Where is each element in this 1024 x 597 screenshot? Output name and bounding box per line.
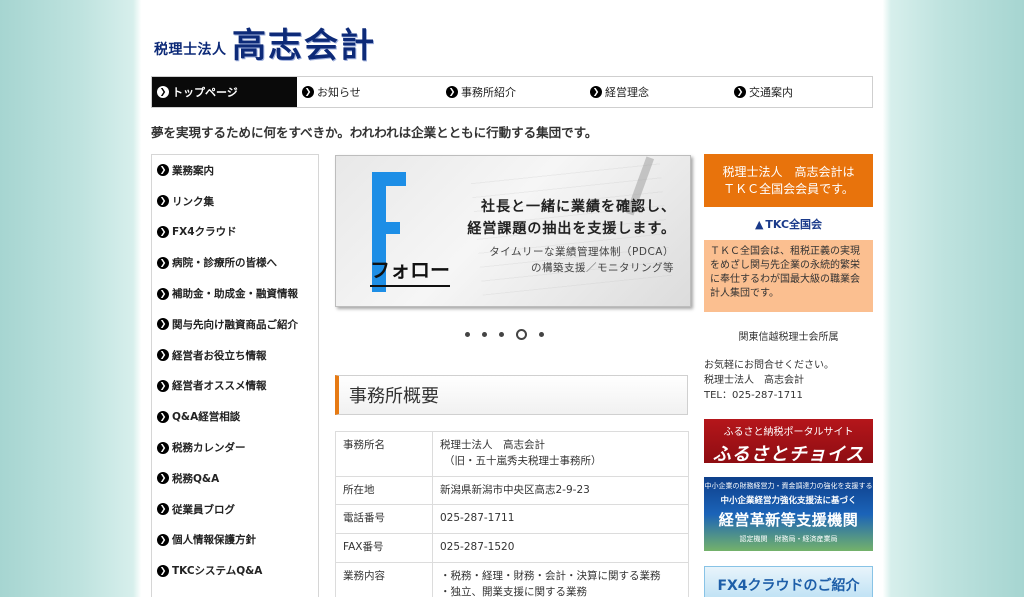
chevron-right-icon: ❯ <box>157 564 169 577</box>
chevron-right-icon: ❯ <box>157 533 169 546</box>
chevron-right-icon: ❯ <box>157 225 169 238</box>
row-value: 025-287-1711 <box>432 504 689 534</box>
tkc-logo-icon: ▲ <box>754 218 764 231</box>
row-key: 電話番号 <box>335 504 433 534</box>
nav-item-office[interactable]: ❯ 事務所紹介 <box>441 77 585 107</box>
chevron-right-icon: ❯ <box>302 86 314 98</box>
tagline: 夢を実現するために何をすべきか。われわれは企業とともに行動する集団です。 <box>151 125 598 140</box>
slide-headline-2: 経営課題の抽出を支援します。 <box>467 221 676 237</box>
association-text: 関東信越税理士会所属 <box>738 332 839 343</box>
chevron-right-icon: ❯ <box>157 441 169 454</box>
sidebar-item-links[interactable]: ❯ リンク集 <box>152 186 318 217</box>
row-value: ・税務・経理・財務・会計・決算に関する業務 ・独立、開業支援に関する業務 <box>432 561 689 597</box>
row-key: FAX番号 <box>335 533 433 563</box>
chevron-right-icon: ❯ <box>446 86 458 98</box>
row-value: 025-287-1520 <box>432 533 689 563</box>
row-value: 税理士法人 高志会計 （旧・五十嵐秀夫税理士事務所） <box>432 431 689 477</box>
tkc-logo[interactable]: ▲ TKC全国会 <box>704 216 873 236</box>
logo-name: 高志会計 <box>232 26 376 66</box>
hero-slider[interactable]: フォロー 社長と一緒に業績を確認し、 経営課題の抽出を支援します。 タイムリーな… <box>335 155 691 307</box>
nav-item-top[interactable]: ❯ トップページ <box>152 77 297 107</box>
row-key: 事務所名 <box>335 431 433 477</box>
overview-table: 事務所名 税理士法人 高志会計 （旧・五十嵐秀夫税理士事務所） 所在地 新潟県新潟… <box>335 431 689 597</box>
global-nav: ❯ トップページ ❯ お知らせ ❯ 事務所紹介 ❯ 経営理念 ❯ 交通案内 <box>151 76 873 108</box>
slider-dot-4[interactable] <box>516 329 527 340</box>
chevron-right-icon: ❯ <box>157 379 169 392</box>
row-key: 所在地 <box>335 475 433 506</box>
slide-subtext-2: の構築支援／モニタリング等 <box>531 262 674 274</box>
table-row: 事務所名 税理士法人 高志会計 （旧・五十嵐秀夫税理士事務所） <box>335 431 689 477</box>
sidebar-item-privacy[interactable]: ❯ 個人情報保護方針 <box>152 525 318 556</box>
page-container: 税理士法人 高志会計 ❯ トップページ ❯ お知らせ ❯ 事務所紹介 ❯ 経営理… <box>141 0 883 597</box>
furusato-banner[interactable]: ふるさと納税ポータルサイト ふるさとチョイス <box>704 419 873 463</box>
sidebar-item-subsidies[interactable]: ❯ 補助金・助成金・融資情報 <box>152 278 318 309</box>
nav-item-philosophy[interactable]: ❯ 経営理念 <box>585 77 729 107</box>
chevron-right-icon: ❯ <box>157 472 169 485</box>
sidebar-item-qa-consult[interactable]: ❯ Q&A経営相談 <box>152 401 318 432</box>
slider-dot-1[interactable] <box>465 332 470 337</box>
sidebar-item-loans[interactable]: ❯ 関与先向け融資商品ご紹介 <box>152 309 318 340</box>
chevron-right-icon: ❯ <box>157 86 169 98</box>
contact-info: お気軽にお問合せください。 税理士法人 高志会計 TEL：025-287-171… <box>704 360 834 401</box>
slider-dot-5[interactable] <box>539 332 544 337</box>
row-key: 業務内容 <box>335 561 433 597</box>
sidebar-item-tkc-qa[interactable]: ❯ TKCシステムQ&A <box>152 555 318 586</box>
slide-subtext-1: タイムリーな業績管理体制（PDCA） <box>489 246 674 258</box>
nav-item-news[interactable]: ❯ お知らせ <box>297 77 441 107</box>
sidebar-item-useful-info[interactable]: ❯ 経営者お役立ち情報 <box>152 340 318 371</box>
sidebar-item-staff-blog[interactable]: ❯ 従業員ブログ <box>152 494 318 525</box>
sidebar-item-clinics[interactable]: ❯ 病院・診療所の皆様へ <box>152 247 318 278</box>
nav-item-access[interactable]: ❯ 交通案内 <box>729 77 870 107</box>
sidebar-item-tax-qa[interactable]: ❯ 税務Q&A <box>152 463 318 494</box>
logo-prefix: 税理士法人 <box>154 42 227 58</box>
chevron-right-icon: ❯ <box>157 287 169 300</box>
table-row: FAX番号 025-287-1520 <box>335 533 689 563</box>
row-value: 新潟県新潟市中央区高志2-9-23 <box>432 475 689 506</box>
chevron-right-icon: ❯ <box>157 503 169 516</box>
slide-headline-1: 社長と一緒に業績を確認し、 <box>481 199 676 215</box>
tkc-member-box: 税理士法人 高志会計は ＴＫＣ全国会会員です。 <box>704 154 873 207</box>
overview-heading: 事務所概要 <box>335 375 688 415</box>
chevron-right-icon: ❯ <box>157 349 169 362</box>
slider-dot-2[interactable] <box>482 332 487 337</box>
chevron-right-icon: ❯ <box>590 86 602 98</box>
sidebar-item-recommended[interactable]: ❯ 経営者オススメ情報 <box>152 371 318 402</box>
chevron-right-icon: ❯ <box>157 195 169 208</box>
fx4-cloud-banner[interactable]: FX4クラウドのご紹介 <box>704 566 873 597</box>
keiei-kakushin-banner[interactable]: 中小企業の財務経営力・資金調達力の強化を支援する 中小企業経営力強化支援法に基づ… <box>704 477 873 551</box>
table-row: 所在地 新潟県新潟市中央区高志2-9-23 <box>335 475 689 506</box>
tkc-description: ＴＫＣ全国会は、租税正義の実現をめざし関与先企業の永続的繁栄に奉仕するわが国最大… <box>704 240 873 312</box>
chevron-right-icon: ❯ <box>157 410 169 423</box>
slide-word: フォロー <box>370 254 450 287</box>
sidebar-item-tax-calendar[interactable]: ❯ 税務カレンダー <box>152 432 318 463</box>
table-row: 電話番号 025-287-1711 <box>335 504 689 534</box>
chevron-right-icon: ❯ <box>157 256 169 269</box>
sidebar-item-services[interactable]: ❯ 業務案内 <box>152 155 318 186</box>
slider-dot-3[interactable] <box>499 332 504 337</box>
sidebar-menu: ❯ 業務案内 ❯ リンク集 ❯ FX4クラウド ❯ 病院・診療所の皆様へ ❯ 補助金・助成… <box>151 154 319 597</box>
chevron-right-icon: ❯ <box>157 318 169 331</box>
sidebar-item-fx4[interactable]: ❯ FX4クラウド <box>152 217 318 248</box>
table-row: 業務内容 ・税務・経理・財務・会計・決算に関する業務 ・独立、開業支援に関する業務 <box>335 561 689 597</box>
chevron-right-icon: ❯ <box>157 164 169 177</box>
slider-pagination <box>465 329 544 340</box>
chevron-right-icon: ❯ <box>734 86 746 98</box>
